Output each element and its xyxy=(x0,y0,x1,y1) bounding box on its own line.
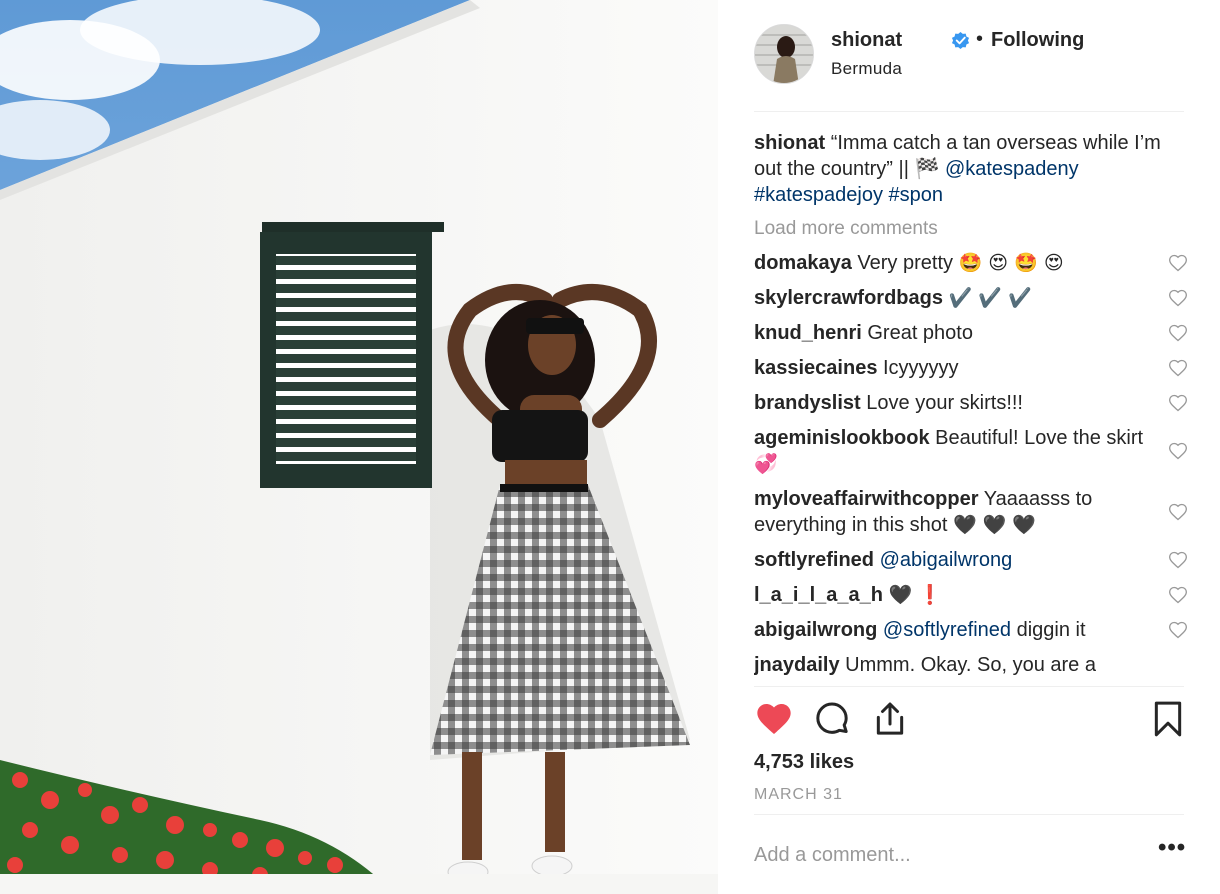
post-header: shionat • Following Bermuda xyxy=(754,24,1184,112)
comment-emoji: 💞 xyxy=(754,453,778,475)
comment-emoji: 🖤 🖤 🖤 xyxy=(953,514,1037,536)
comment-emoji: 🖤 ❗ xyxy=(888,584,942,606)
post-side-panel: shionat • Following Bermuda shionat “Imm… xyxy=(718,0,1220,894)
post-date[interactable]: MARCH 31 xyxy=(754,786,843,804)
comment-row: softlyrefined @abigailwrong xyxy=(754,547,1188,573)
heart-outline-icon[interactable] xyxy=(1168,393,1188,413)
bookmark-icon xyxy=(1154,701,1182,737)
heart-outline-icon[interactable] xyxy=(1168,441,1188,461)
comment-username[interactable]: brandyslist xyxy=(754,392,861,414)
like-button[interactable] xyxy=(754,699,794,739)
comment-text: Ummm. Okay. So, you are a xyxy=(845,654,1096,676)
comment-username[interactable]: myloveaffairwithcopper xyxy=(754,488,979,510)
comment-username[interactable]: ageminislookbook xyxy=(754,427,930,449)
post-caption: shionat “Imma catch a tan overseas while… xyxy=(754,130,1188,208)
avatar-image xyxy=(755,25,813,83)
caption-hashtag[interactable]: #spon xyxy=(889,184,944,206)
share-button[interactable] xyxy=(870,699,910,739)
likes-count[interactable]: 4,753 likes xyxy=(754,751,854,774)
comment-row: kassiecaines Icyyyyyy xyxy=(754,355,1188,381)
comment-row: brandyslist Love your skirts!!! xyxy=(754,390,1188,416)
section-divider xyxy=(754,686,1184,687)
comment-row: knud_henri Great photo xyxy=(754,320,1188,346)
add-comment-input[interactable] xyxy=(754,835,1134,875)
comment-text: diggin it xyxy=(1016,619,1086,641)
comment-mention[interactable]: @abigailwrong xyxy=(880,549,1013,571)
save-button[interactable] xyxy=(1148,699,1188,739)
heart-filled-icon xyxy=(757,704,791,734)
caption-mention[interactable]: @katespadeny xyxy=(945,158,1079,180)
comment-row: jnaydaily Ummm. Okay. So, you are a xyxy=(754,652,1188,678)
load-more-comments-button[interactable]: Load more comments xyxy=(754,216,1188,242)
post-photo-illustration xyxy=(0,0,718,894)
post-actions-bar xyxy=(754,699,1184,743)
heart-outline-icon[interactable] xyxy=(1168,502,1188,522)
heart-outline-icon[interactable] xyxy=(1168,288,1188,308)
comment-text: Beautiful! Love the skirt xyxy=(935,427,1144,449)
comment-username[interactable]: skylercrawfordbags xyxy=(754,287,943,309)
comment-row: abigailwrong @softlyrefined diggin it xyxy=(754,617,1188,643)
comment-username[interactable]: jnaydaily xyxy=(754,654,840,676)
heart-outline-icon[interactable] xyxy=(1168,253,1188,273)
comment-icon xyxy=(816,702,848,734)
comment-username[interactable]: domakaya xyxy=(754,252,852,274)
comment-username[interactable]: knud_henri xyxy=(754,322,862,344)
comment-row: l_a_i_l_a_a_h 🖤 ❗ xyxy=(754,582,1188,608)
post-photo[interactable] xyxy=(0,0,718,894)
comment-username[interactable]: l_a_i_l_a_a_h xyxy=(754,584,883,606)
location-link[interactable]: Bermuda xyxy=(831,59,902,79)
comment-row: domakaya Very pretty 🤩 😍 🤩 😍 xyxy=(754,250,1188,276)
more-options-icon[interactable]: ••• xyxy=(1158,836,1185,866)
comments-list[interactable]: shionat “Imma catch a tan overseas while… xyxy=(754,130,1188,686)
header-separator: • xyxy=(976,28,984,50)
comment-row: myloveaffairwithcopper Yaaaasss to every… xyxy=(754,486,1188,538)
comment-text: Very pretty xyxy=(857,252,954,274)
comment-text: Great photo xyxy=(867,322,973,344)
comment-text: Icyyyyyy xyxy=(883,357,959,379)
heart-outline-icon[interactable] xyxy=(1168,550,1188,570)
comment-username[interactable]: abigailwrong xyxy=(754,619,877,641)
comment-emoji: 🤩 😍 🤩 😍 xyxy=(958,252,1064,274)
header-username[interactable]: shionat xyxy=(831,29,902,52)
comment-username[interactable]: softlyrefined xyxy=(754,549,874,571)
section-divider xyxy=(754,814,1184,815)
caption-username[interactable]: shionat xyxy=(754,132,825,154)
heart-outline-icon[interactable] xyxy=(1168,585,1188,605)
caption-hashtag[interactable]: #katespadejoy xyxy=(754,184,883,206)
heart-outline-icon[interactable] xyxy=(1168,358,1188,378)
heart-outline-icon[interactable] xyxy=(1168,620,1188,640)
comment-username[interactable]: kassiecaines xyxy=(754,357,877,379)
avatar[interactable] xyxy=(754,24,814,84)
comment-mention[interactable]: @softlyrefined xyxy=(883,619,1011,641)
comment-button[interactable] xyxy=(812,699,852,739)
heart-outline-icon[interactable] xyxy=(1168,323,1188,343)
comment-row: skylercrawfordbags ✔️ ✔️ ✔️ xyxy=(754,285,1188,311)
following-button[interactable]: Following xyxy=(991,29,1084,52)
verified-badge-icon xyxy=(951,31,970,50)
comment-emoji: ✔️ ✔️ ✔️ xyxy=(948,287,1032,309)
comment-text: Love your skirts!!! xyxy=(866,392,1023,414)
share-icon xyxy=(876,702,904,735)
comment-row: ageminislookbook Beautiful! Love the ski… xyxy=(754,425,1188,477)
